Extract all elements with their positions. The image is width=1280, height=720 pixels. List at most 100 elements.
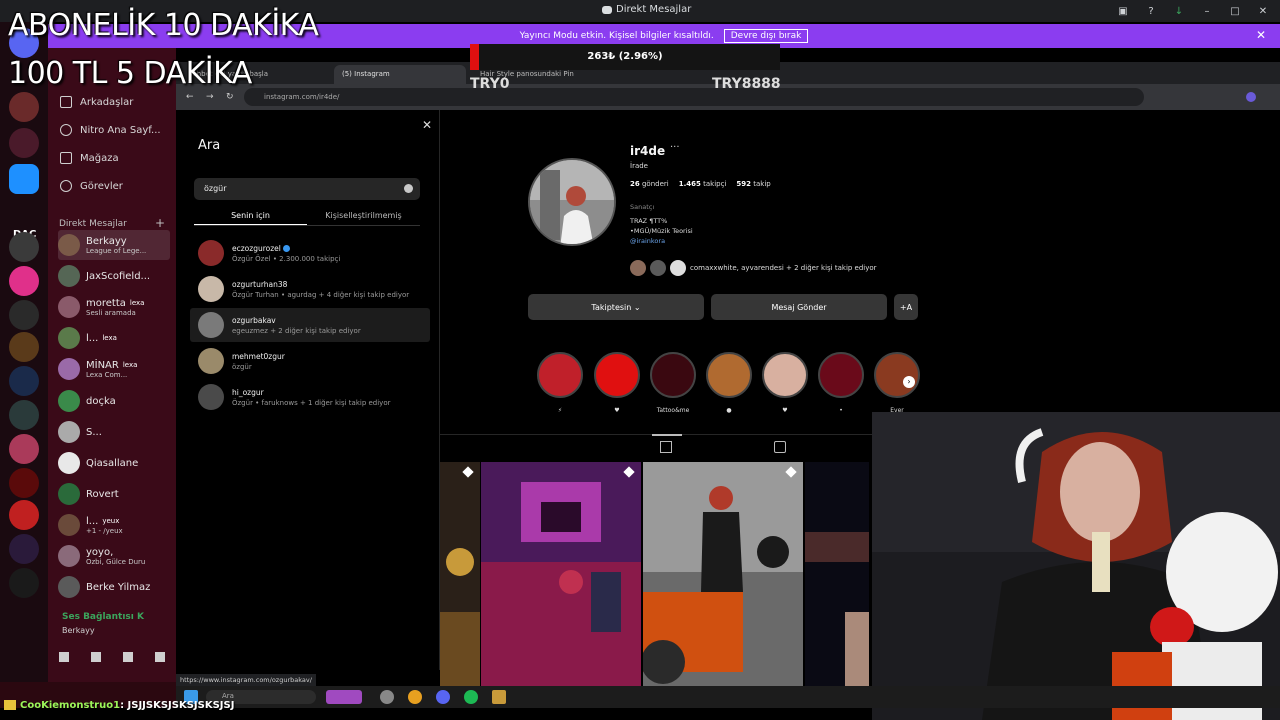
disable-streamer-mode-button[interactable]: Devre dışı bırak (723, 29, 809, 43)
screen-share-icon[interactable] (91, 652, 101, 662)
help-icon[interactable]: ? (1144, 4, 1158, 18)
story-highlight[interactable] (706, 352, 752, 398)
dm-item[interactable]: l... yeux +1 - /yeux (58, 510, 170, 540)
url-bar[interactable]: instagram.com/ir4de/ (244, 88, 1144, 106)
shop-nav-item[interactable]: Mağaza (60, 152, 119, 164)
search-result[interactable]: hi_ozgur Özgür • faruknows + 1 diğer kişi… (190, 380, 430, 414)
bio-link[interactable]: @irainkora (630, 236, 693, 246)
close-window-button[interactable]: ✕ (1256, 4, 1270, 18)
post-thumbnail[interactable] (481, 462, 641, 686)
minimize-button[interactable]: – (1200, 4, 1214, 18)
close-icon[interactable]: ✕ (422, 118, 432, 132)
status-bar-url: https://www.instagram.com/ozgurbakav/ (176, 674, 316, 686)
back-icon[interactable]: ← (186, 92, 194, 102)
server-icon[interactable] (9, 500, 39, 530)
clear-search-icon[interactable] (404, 184, 413, 193)
maximize-button[interactable]: □ (1228, 4, 1242, 18)
activities-icon[interactable] (123, 652, 133, 662)
quests-nav-item[interactable]: Görevler (60, 180, 123, 192)
avatar (198, 312, 224, 338)
profile-avatar[interactable] (528, 158, 616, 246)
story-highlight[interactable] (594, 352, 640, 398)
friends-nav-item[interactable]: Arkadaşlar (60, 96, 133, 108)
story-highlight[interactable] (762, 352, 808, 398)
shop-icon (60, 152, 72, 164)
server-icon[interactable] (9, 400, 39, 430)
server-icon[interactable] (9, 332, 39, 362)
dm-item[interactable]: yoyo, Ozbi, Gülce Duru (58, 541, 170, 571)
dm-item[interactable]: l... lexa (58, 323, 170, 353)
post-thumbnail[interactable] (643, 462, 803, 686)
forward-icon[interactable]: → (206, 92, 214, 102)
server-icon[interactable] (9, 300, 39, 330)
video-off-icon[interactable] (59, 652, 69, 662)
send-message-button[interactable]: Mesaj Gönder (711, 294, 887, 320)
mutual-followers[interactable]: comaxxwhite, ayvarendesi + 2 diğer kişi … (630, 260, 877, 276)
profile-icon[interactable] (1246, 92, 1256, 102)
browser-tab-active[interactable]: (5) Instagram (334, 65, 466, 84)
discord-app-icon[interactable] (436, 690, 450, 704)
dm-item[interactable]: JaxScofield... (58, 261, 170, 291)
dm-item[interactable]: S... (58, 417, 170, 447)
following-stat[interactable]: 592 takip (736, 180, 770, 188)
posts-grid-icon[interactable] (660, 441, 672, 453)
result-subtitle: Özgür • faruknows + 1 diğer kişi takip e… (232, 398, 391, 407)
search-result[interactable]: ozgurbakav egeuzmez + 2 diğer kişi takip … (190, 308, 430, 342)
server-icon[interactable] (9, 468, 39, 498)
dm-item[interactable]: Berkayy League of Lege... (58, 230, 170, 260)
download-icon[interactable]: ↓ (1172, 4, 1186, 18)
server-icon[interactable] (9, 164, 39, 194)
post-thumbnail[interactable] (805, 462, 869, 686)
spotify-icon[interactable] (464, 690, 478, 704)
more-options-icon[interactable]: ··· (670, 142, 680, 153)
nitro-nav-item[interactable]: Nitro Ana Sayf... (60, 124, 161, 136)
create-dm-plus-icon[interactable]: + (155, 216, 165, 230)
next-highlights-icon[interactable]: › (903, 376, 915, 388)
dm-item[interactable]: Berke Yilmaz (58, 572, 170, 602)
server-icon[interactable] (9, 266, 39, 296)
search-result[interactable]: mehmet0zgur özgür (190, 344, 430, 378)
server-icon[interactable] (9, 534, 39, 564)
avatar (198, 384, 224, 410)
avatar (58, 514, 80, 536)
inbox-icon[interactable]: ▣ (1116, 4, 1130, 18)
app-icon[interactable] (492, 690, 506, 704)
search-result[interactable]: ozgurturhan38 Özgür Turhan • agurdag + 4 … (190, 272, 430, 306)
following-button[interactable]: Takiptesin ⌄ (528, 294, 704, 320)
voice-status[interactable]: Ses Bağlantısı K (62, 612, 144, 622)
dm-item[interactable]: Rovert (58, 479, 170, 509)
dm-item[interactable]: Qiasallane (58, 448, 170, 478)
story-highlight[interactable] (537, 352, 583, 398)
dm-item[interactable]: MİNAR lexa Lexa Com... (58, 354, 170, 384)
task-view-icon[interactable] (380, 690, 394, 704)
close-icon[interactable]: ✕ (1256, 28, 1266, 42)
server-icon[interactable] (9, 434, 39, 464)
dm-item[interactable]: doçka (58, 386, 170, 416)
dm-item[interactable]: moretta lexa Sesli aramada (58, 292, 170, 322)
server-icon[interactable] (9, 128, 39, 158)
dm-name: S... (86, 426, 102, 438)
search-input[interactable]: özgür (194, 178, 420, 200)
server-icon[interactable] (9, 232, 39, 262)
soundboard-icon[interactable] (155, 652, 165, 662)
followers-stat[interactable]: 1.465 takipçi (679, 180, 727, 188)
reload-icon[interactable]: ↻ (226, 92, 234, 102)
tab-for-you[interactable]: Senin için (194, 208, 307, 225)
posts-stat: 26 gönderi (630, 180, 669, 188)
dm-header: Direkt Mesajlar (59, 219, 127, 229)
search-result[interactable]: eczozgurozel Özgür Özel • 2.300.000 takip… (190, 236, 430, 270)
tab-unpersonalized[interactable]: Kişiselleştirilmemiş (307, 208, 420, 225)
tagged-icon[interactable] (774, 441, 786, 453)
post-thumbnail[interactable] (440, 462, 480, 686)
chrome-icon[interactable] (408, 690, 422, 704)
server-icon[interactable] (9, 92, 39, 122)
status-badge: lexa (122, 361, 138, 369)
avatar (58, 452, 80, 474)
story-highlight[interactable] (650, 352, 696, 398)
story-highlight[interactable] (874, 352, 920, 398)
widget-icon[interactable] (326, 690, 362, 704)
server-icon[interactable] (9, 568, 39, 598)
suggest-user-button[interactable]: +A (894, 294, 918, 320)
server-icon[interactable] (9, 366, 39, 396)
story-highlight[interactable] (818, 352, 864, 398)
